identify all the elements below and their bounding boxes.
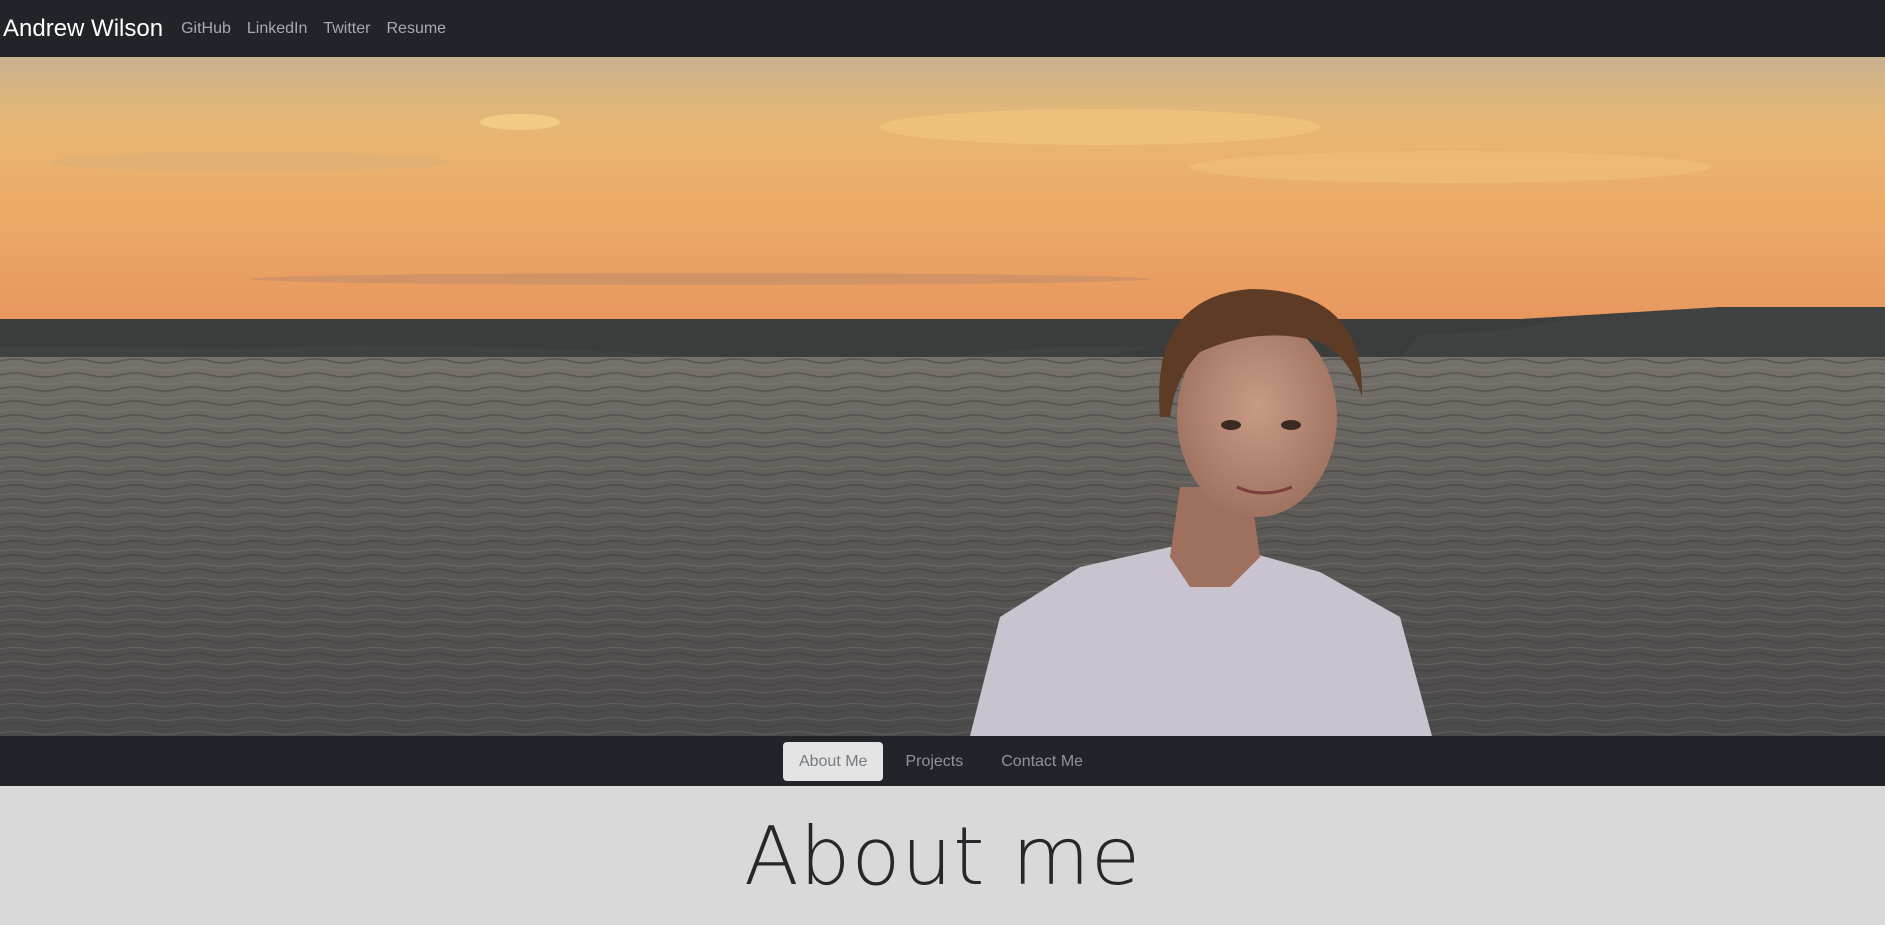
hero-image <box>0 57 1885 736</box>
about-section: About me <box>0 786 1885 925</box>
nav-link-linkedin[interactable]: LinkedIn <box>239 20 316 38</box>
nav-link-github[interactable]: GitHub <box>173 20 239 38</box>
hero-photo <box>0 57 1885 736</box>
brand-link[interactable]: Andrew Wilson <box>3 15 163 43</box>
nav-link-twitter[interactable]: Twitter <box>315 20 378 38</box>
tab-projects[interactable]: Projects <box>889 742 979 781</box>
section-nav: About Me Projects Contact Me <box>0 736 1885 786</box>
tab-contact-me[interactable]: Contact Me <box>985 742 1099 781</box>
tab-about-me[interactable]: About Me <box>782 741 884 781</box>
top-navbar: Andrew Wilson GitHub LinkedIn Twitter Re… <box>0 0 1885 57</box>
nav-link-resume[interactable]: Resume <box>378 20 454 38</box>
about-heading: About me <box>743 810 1142 903</box>
